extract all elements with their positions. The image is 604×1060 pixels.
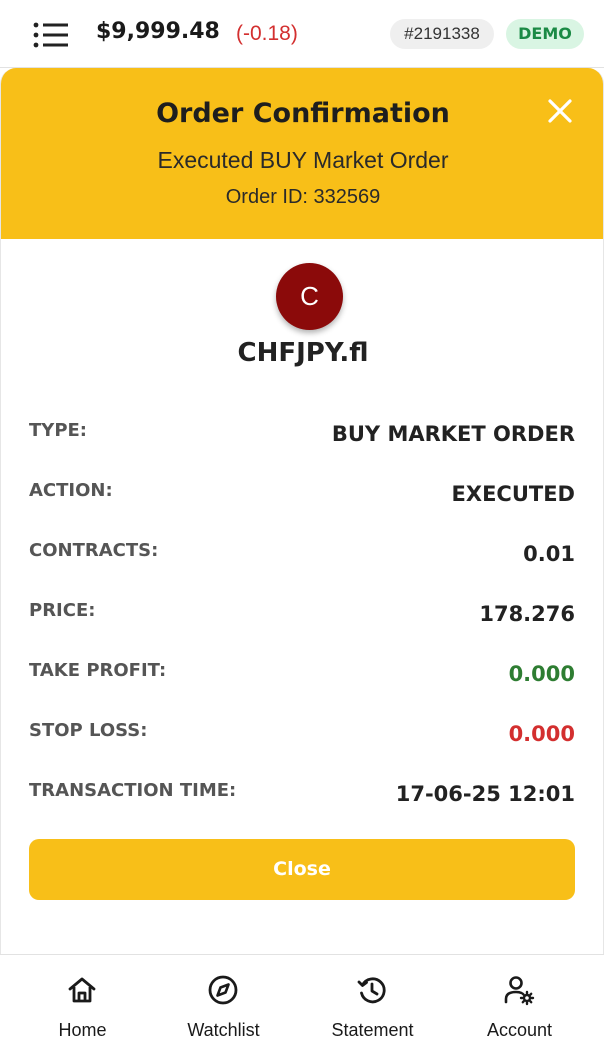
nav-label: Statement	[331, 1020, 414, 1040]
order-confirmation-modal: Order Confirmation Executed BUY Market O…	[0, 68, 604, 954]
modal-header: Order Confirmation Executed BUY Market O…	[1, 68, 603, 239]
home-icon	[68, 977, 96, 1003]
account-balance: $9,999.48	[96, 19, 220, 44]
close-icon[interactable]	[547, 98, 573, 124]
balance-change: (-0.18)	[236, 22, 298, 45]
user-settings-icon	[504, 976, 535, 1006]
nav-item-home[interactable]: Home	[7, 955, 158, 1060]
detail-label: TAKE PROFIT:	[29, 660, 167, 681]
nav-label: Watchlist	[187, 1020, 260, 1040]
nav-label: Account	[486, 1020, 553, 1040]
compass-icon	[208, 975, 238, 1005]
history-icon	[357, 977, 386, 1004]
nav-item-account[interactable]: Account	[444, 955, 595, 1060]
detail-value: 0.000	[508, 662, 575, 686]
detail-row-price: PRICE: 178.276	[29, 600, 575, 640]
detail-value: 178.276	[479, 602, 575, 626]
detail-value: 17-06-25 12:01	[395, 782, 575, 806]
detail-label: PRICE:	[29, 600, 96, 621]
detail-label: TRANSACTION TIME:	[29, 780, 237, 801]
detail-value: 0.000	[508, 722, 575, 746]
close-button[interactable]: Close	[29, 839, 575, 900]
detail-row-type: TYPE: BUY MARKET ORDER	[29, 420, 575, 460]
detail-label: TYPE:	[29, 420, 87, 441]
detail-row-transaction-time: TRANSACTION TIME: 17-06-25 12:01	[29, 780, 575, 820]
detail-row-take-profit: TAKE PROFIT: 0.000	[29, 660, 575, 700]
detail-label: ACTION:	[29, 480, 113, 501]
bottom-nav: Home Watchlist Statement Account	[0, 954, 604, 1060]
detail-row-contracts: CONTRACTS: 0.01	[29, 540, 575, 580]
nav-label: Home	[58, 1020, 107, 1040]
account-id-badge[interactable]: #2191338	[390, 19, 494, 49]
top-bar: $9,999.48 (-0.18) #2191338 DEMO	[0, 0, 604, 68]
order-id: Order ID: 332569	[225, 186, 381, 208]
modal-title: Order Confirmation	[156, 98, 450, 129]
demo-badge: DEMO	[506, 19, 584, 49]
detail-label: STOP LOSS:	[29, 720, 148, 741]
detail-value: BUY MARKET ORDER	[331, 422, 575, 446]
detail-label: CONTRACTS:	[29, 540, 159, 561]
modal-subtitle: Executed BUY Market Order	[157, 147, 449, 173]
nav-item-watchlist[interactable]: Watchlist	[148, 955, 299, 1060]
detail-value: EXECUTED	[451, 482, 575, 506]
menu-icon[interactable]	[33, 22, 69, 48]
detail-row-stop-loss: STOP LOSS: 0.000	[29, 720, 575, 760]
detail-row-action: ACTION: EXECUTED	[29, 480, 575, 520]
symbol-name: CHFJPY.fl	[237, 338, 369, 368]
symbol-avatar: C	[276, 263, 343, 330]
nav-item-statement[interactable]: Statement	[297, 955, 448, 1060]
detail-value: 0.01	[523, 542, 575, 566]
